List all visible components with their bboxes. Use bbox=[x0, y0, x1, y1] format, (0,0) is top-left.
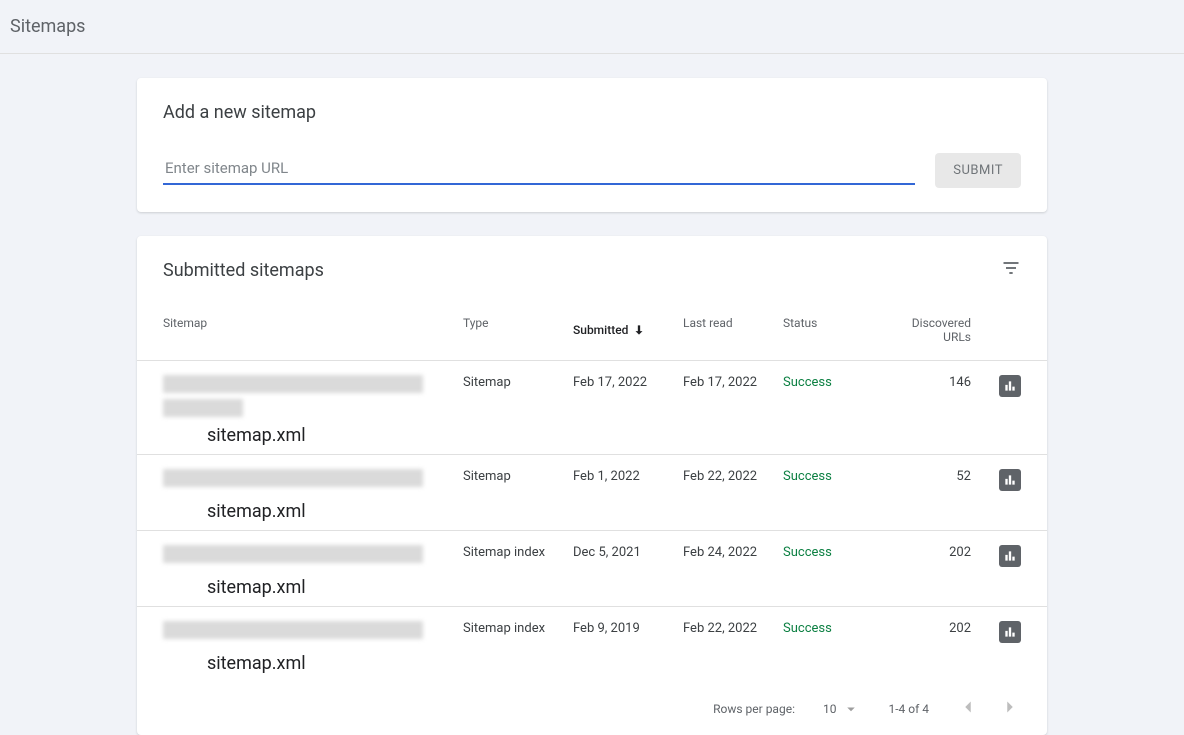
add-sitemap-title: Add a new sitemap bbox=[163, 102, 1021, 123]
status-cell: Success bbox=[783, 545, 893, 560]
discovered-cell: 52 bbox=[893, 469, 971, 484]
chart-button[interactable] bbox=[999, 375, 1021, 397]
sitemap-cell: sitemap.xml bbox=[163, 469, 463, 522]
submitted-cell: Feb 17, 2022 bbox=[573, 375, 683, 390]
rows-per-page-value: 10 bbox=[823, 702, 837, 716]
row-action bbox=[971, 469, 1021, 491]
th-last-read[interactable]: Last read bbox=[683, 316, 783, 344]
row-action bbox=[971, 621, 1021, 643]
bar-chart-icon bbox=[1003, 625, 1017, 639]
th-submitted-label: Submitted bbox=[573, 323, 628, 337]
last-read-cell: Feb 17, 2022 bbox=[683, 375, 783, 390]
last-read-cell: Feb 22, 2022 bbox=[683, 621, 783, 636]
sitemap-url-input[interactable] bbox=[163, 153, 915, 185]
sitemap-filename: sitemap.xml bbox=[163, 575, 463, 598]
submitted-cell: Feb 1, 2022 bbox=[573, 469, 683, 484]
pagination: Rows per page: 10 1-4 of 4 bbox=[137, 682, 1047, 735]
type-cell: Sitemap bbox=[463, 375, 573, 390]
bar-chart-icon bbox=[1003, 379, 1017, 393]
table-row[interactable]: sitemap.xml Sitemap index Feb 9, 2019 Fe… bbox=[137, 606, 1047, 682]
th-discovered[interactable]: Discovered URLs bbox=[893, 316, 971, 344]
submitted-sitemaps-card: Submitted sitemaps Sitemap Type Submitte… bbox=[137, 236, 1047, 735]
last-read-cell: Feb 22, 2022 bbox=[683, 469, 783, 484]
th-sitemap[interactable]: Sitemap bbox=[163, 316, 463, 344]
status-cell: Success bbox=[783, 621, 893, 636]
table-row[interactable]: sitemap.xml Sitemap index Dec 5, 2021 Fe… bbox=[137, 530, 1047, 606]
type-cell: Sitemap bbox=[463, 469, 573, 484]
submitted-cell: Dec 5, 2021 bbox=[573, 545, 683, 560]
bar-chart-icon bbox=[1003, 473, 1017, 487]
chart-button[interactable] bbox=[999, 621, 1021, 643]
sitemap-cell: sitemap.xml bbox=[163, 545, 463, 598]
chart-button[interactable] bbox=[999, 469, 1021, 491]
filter-icon[interactable] bbox=[1001, 258, 1021, 282]
page-nav bbox=[957, 696, 1021, 721]
chevron-right-icon bbox=[999, 696, 1021, 718]
th-type[interactable]: Type bbox=[463, 316, 573, 344]
redacted-url bbox=[163, 469, 423, 487]
sitemap-cell: sitemap.xml bbox=[163, 375, 463, 446]
rows-per-page-select[interactable]: 10 bbox=[823, 700, 861, 718]
next-page-button[interactable] bbox=[999, 696, 1021, 721]
sitemap-cell: sitemap.xml bbox=[163, 621, 463, 674]
add-sitemap-card: Add a new sitemap SUBMIT bbox=[137, 78, 1047, 212]
last-read-cell: Feb 24, 2022 bbox=[683, 545, 783, 560]
prev-page-button[interactable] bbox=[957, 696, 979, 721]
sitemap-filename: sitemap.xml bbox=[163, 423, 463, 446]
dropdown-icon bbox=[842, 700, 860, 718]
chart-button[interactable] bbox=[999, 545, 1021, 567]
redacted-url bbox=[163, 545, 423, 563]
redacted-url bbox=[163, 375, 423, 393]
table-header-row: Sitemap Type Submitted Last read Status … bbox=[137, 300, 1047, 360]
row-action bbox=[971, 545, 1021, 567]
arrow-down-icon bbox=[632, 323, 646, 337]
status-cell: Success bbox=[783, 469, 893, 484]
rows-per-page-label: Rows per page: bbox=[713, 702, 795, 716]
submitted-header: Submitted sitemaps bbox=[137, 236, 1047, 300]
sitemap-filename: sitemap.xml bbox=[163, 651, 463, 674]
sitemap-filename: sitemap.xml bbox=[163, 499, 463, 522]
discovered-cell: 202 bbox=[893, 545, 971, 560]
status-cell: Success bbox=[783, 375, 893, 390]
type-cell: Sitemap index bbox=[463, 545, 573, 560]
table-row[interactable]: sitemap.xml Sitemap Feb 17, 2022 Feb 17,… bbox=[137, 360, 1047, 454]
page-title: Sitemaps bbox=[10, 16, 1174, 37]
content: Add a new sitemap SUBMIT Submitted sitem… bbox=[137, 54, 1047, 735]
row-action bbox=[971, 375, 1021, 397]
redacted-url bbox=[163, 399, 243, 417]
pagination-range: 1-4 of 4 bbox=[888, 702, 929, 716]
bar-chart-icon bbox=[1003, 549, 1017, 563]
submitted-cell: Feb 9, 2019 bbox=[573, 621, 683, 636]
discovered-cell: 202 bbox=[893, 621, 971, 636]
redacted-url bbox=[163, 621, 423, 639]
add-sitemap-form: SUBMIT bbox=[163, 153, 1021, 188]
type-cell: Sitemap index bbox=[463, 621, 573, 636]
submitted-title: Submitted sitemaps bbox=[163, 260, 324, 281]
chevron-left-icon bbox=[957, 696, 979, 718]
discovered-cell: 146 bbox=[893, 375, 971, 390]
table-row[interactable]: sitemap.xml Sitemap Feb 1, 2022 Feb 22, … bbox=[137, 454, 1047, 530]
th-submitted[interactable]: Submitted bbox=[573, 316, 683, 344]
th-status[interactable]: Status bbox=[783, 316, 893, 344]
page-header: Sitemaps bbox=[0, 0, 1184, 54]
submit-button[interactable]: SUBMIT bbox=[935, 153, 1021, 188]
